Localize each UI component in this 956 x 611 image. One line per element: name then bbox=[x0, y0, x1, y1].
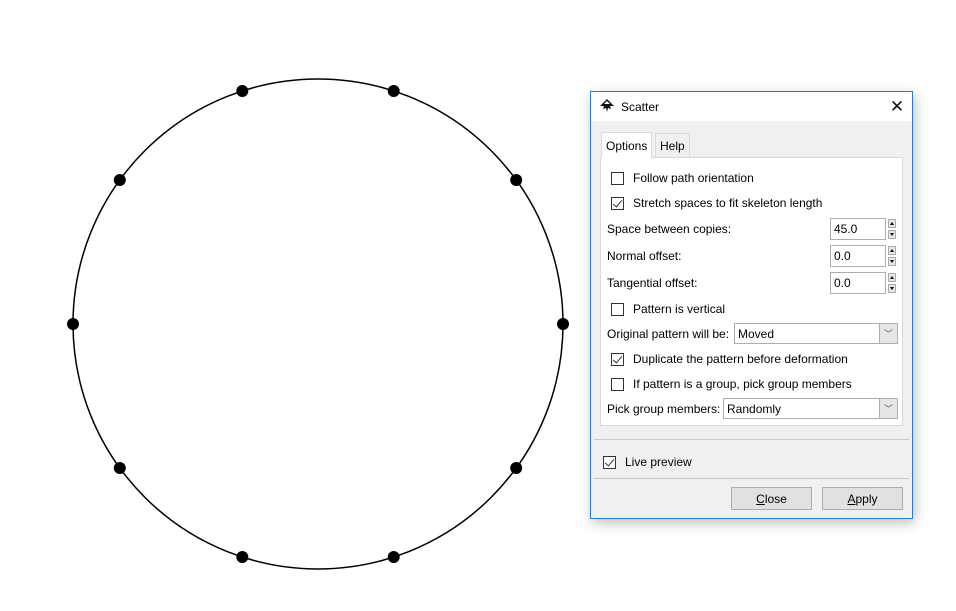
pattern-vertical-checkbox[interactable]: Pattern is vertical bbox=[611, 299, 725, 319]
scatter-dot bbox=[113, 462, 126, 474]
tangential-offset-spinner[interactable]: 0.0 bbox=[830, 272, 896, 294]
inkscape-logo-icon bbox=[600, 99, 614, 112]
increment-icon[interactable] bbox=[888, 273, 896, 282]
checkbox-box[interactable] bbox=[611, 352, 624, 366]
pick-group-members-value: Randomly bbox=[727, 402, 782, 416]
stretch-spaces-checkbox[interactable]: Stretch spaces to fit skeleton length bbox=[611, 193, 822, 213]
tangential-offset-label: Tangential offset: bbox=[607, 276, 698, 290]
scatter-dot bbox=[387, 551, 400, 563]
divider bbox=[594, 478, 909, 479]
checkbox-box[interactable] bbox=[611, 302, 624, 316]
decrement-icon[interactable] bbox=[888, 257, 896, 266]
scatter-dialog: Scatter ✕ Options Help Follow path orien… bbox=[590, 91, 913, 519]
increment-icon[interactable] bbox=[888, 246, 896, 255]
checkbox-box[interactable] bbox=[611, 196, 624, 210]
options-panel: Follow path orientation Stretch spaces t… bbox=[600, 157, 903, 426]
original-pattern-label: Original pattern will be: bbox=[607, 327, 730, 341]
checkbox-box[interactable] bbox=[603, 455, 616, 469]
dialog-title: Scatter bbox=[621, 100, 660, 114]
scatter-dot bbox=[113, 174, 126, 186]
original-pattern-dropdown[interactable]: Moved ﹀ bbox=[734, 323, 898, 344]
increment-icon[interactable] bbox=[888, 219, 896, 228]
normal-offset-spinner[interactable]: 0.0 bbox=[830, 245, 896, 267]
follow-path-orientation-checkbox[interactable]: Follow path orientation bbox=[611, 168, 754, 188]
close-icon[interactable]: ✕ bbox=[882, 92, 912, 121]
scatter-dot bbox=[510, 174, 523, 186]
scatter-dot bbox=[67, 318, 79, 330]
pick-group-members-dropdown[interactable]: Randomly ﹀ bbox=[723, 398, 898, 419]
scatter-dot bbox=[236, 85, 249, 97]
duplicate-pattern-checkbox[interactable]: Duplicate the pattern before deformation bbox=[611, 349, 848, 369]
tangential-offset-input[interactable]: 0.0 bbox=[830, 272, 886, 294]
circle-path[interactable] bbox=[72, 78, 564, 570]
apply-button[interactable]: Apply bbox=[822, 487, 903, 510]
chevron-down-icon[interactable]: ﹀ bbox=[879, 399, 897, 418]
normal-offset-label: Normal offset: bbox=[607, 249, 682, 263]
scatter-dot bbox=[557, 318, 569, 330]
tab-help[interactable]: Help bbox=[655, 133, 690, 157]
normal-offset-input[interactable]: 0.0 bbox=[830, 245, 886, 267]
decrement-icon[interactable] bbox=[888, 230, 896, 239]
checkbox-box[interactable] bbox=[611, 171, 624, 185]
divider bbox=[594, 439, 909, 440]
checkbox-box[interactable] bbox=[611, 377, 624, 391]
tab-options[interactable]: Options bbox=[601, 132, 653, 158]
scatter-dot bbox=[236, 551, 249, 563]
close-button[interactable]: Close bbox=[731, 487, 812, 510]
space-between-copies-input[interactable]: 45.0 bbox=[830, 218, 886, 240]
live-preview-checkbox[interactable]: Live preview bbox=[603, 452, 692, 472]
scatter-dot bbox=[510, 462, 523, 474]
dialog-titlebar[interactable]: Scatter ✕ bbox=[591, 92, 912, 121]
space-between-copies-label: Space between copies: bbox=[607, 222, 732, 236]
scattered-dots bbox=[67, 85, 569, 563]
pick-group-members-checkbox[interactable]: If pattern is a group, pick group member… bbox=[611, 374, 852, 394]
decrement-icon[interactable] bbox=[888, 284, 896, 293]
original-pattern-value: Moved bbox=[738, 327, 775, 341]
chevron-down-icon[interactable]: ﹀ bbox=[879, 324, 897, 343]
scatter-dot bbox=[387, 85, 400, 97]
space-between-copies-spinner[interactable]: 45.0 bbox=[830, 218, 896, 240]
pick-group-members-label: Pick group members: bbox=[607, 402, 721, 416]
